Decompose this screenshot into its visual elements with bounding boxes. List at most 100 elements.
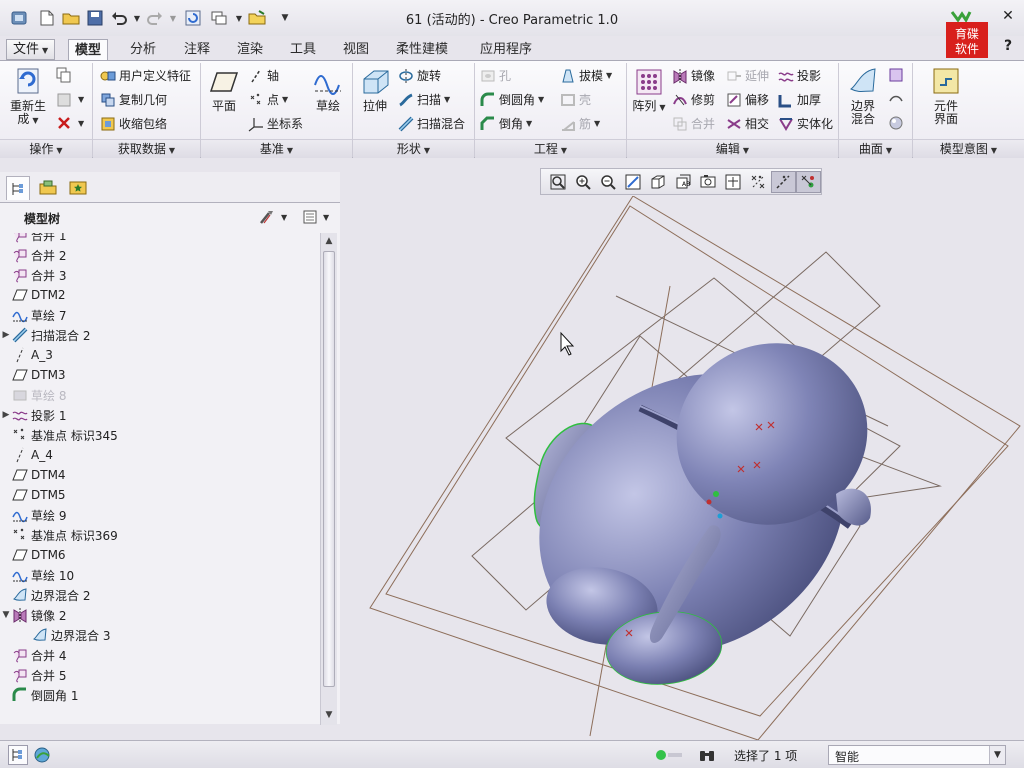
draft-button[interactable]: 拔模 ▼ xyxy=(560,67,612,84)
model-tree-item[interactable]: DTM3 xyxy=(0,365,320,385)
model-tree-item[interactable]: 合并 3 xyxy=(0,265,320,285)
group-shapes[interactable]: 形状 ▼ xyxy=(353,139,474,158)
extend-button[interactable]: 延伸 xyxy=(726,67,769,84)
display-style-button[interactable] xyxy=(645,171,670,193)
delete-button[interactable]: ▼ xyxy=(56,115,84,131)
tab-view[interactable]: 视图 xyxy=(337,39,375,60)
toggle-navigator-button[interactable] xyxy=(8,745,28,765)
fill-button[interactable] xyxy=(888,67,907,83)
revolve-button[interactable]: 旋转 xyxy=(398,67,441,84)
sweep-button[interactable]: 扫描 ▼ xyxy=(398,91,450,108)
chamfer-button[interactable]: 倒角 ▼ xyxy=(480,115,532,132)
tab-render[interactable]: 渲染 xyxy=(231,39,269,60)
datum-display-button[interactable] xyxy=(746,171,771,193)
plane-button[interactable]: 平面 xyxy=(206,67,242,113)
tab-flexible-modeling[interactable]: 柔性建模 xyxy=(390,39,454,60)
coord-sys-button[interactable]: 坐标系 xyxy=(248,115,303,132)
group-model-intent[interactable]: 模型意图 ▼ xyxy=(913,139,1024,158)
expand-toggle-icon[interactable]: ▼ xyxy=(0,610,12,620)
chevron-down-icon[interactable]: ▼ xyxy=(989,746,1005,764)
model-tree-scrollbar[interactable]: ▲ ▼ xyxy=(320,233,337,725)
style-button[interactable] xyxy=(888,91,907,107)
graphics-viewport[interactable] xyxy=(340,195,1024,741)
model-tree-item[interactable]: 基准点 标识345 xyxy=(0,425,320,445)
scroll-down-icon[interactable]: ▼ xyxy=(321,707,337,723)
round-button[interactable]: 倒圆角 ▼ xyxy=(480,91,544,108)
component-interface-button[interactable]: 元件 界面 xyxy=(922,65,970,126)
group-surfaces[interactable]: 曲面 ▼ xyxy=(839,139,912,158)
tree-settings-button[interactable]: ▼ xyxy=(258,209,287,225)
swept-blend-button[interactable]: 扫描混合 xyxy=(398,115,465,132)
close-icon[interactable]: ✕ xyxy=(1000,8,1016,24)
selected-point-blue[interactable] xyxy=(717,513,723,519)
refit-button[interactable] xyxy=(545,171,570,193)
tab-model[interactable]: 模型 xyxy=(68,39,109,60)
trim-button[interactable]: 修剪 xyxy=(672,91,715,108)
user-defined-feature-button[interactable]: 用户定义特征 xyxy=(100,67,191,84)
project-button[interactable]: 投影 xyxy=(778,67,821,84)
browser-button[interactable] xyxy=(32,745,52,765)
group-operations[interactable]: 操作 ▼ xyxy=(0,139,92,158)
expand-toggle-icon[interactable]: ▶ xyxy=(0,330,12,340)
axis-display-button[interactable] xyxy=(770,170,796,193)
merge-button[interactable]: 合并 xyxy=(672,115,715,132)
selection-filter-select[interactable]: 智能 ▼ xyxy=(828,745,1006,765)
repaint-button[interactable] xyxy=(620,171,645,193)
solidify-button[interactable]: 实体化 xyxy=(778,115,833,132)
tab-analysis[interactable]: 分析 xyxy=(124,39,162,60)
thicken-button[interactable]: 加厚 xyxy=(778,91,821,108)
model-tree-item[interactable]: A_3 xyxy=(0,345,320,365)
model-tree-item[interactable]: 合并 2 xyxy=(0,245,320,265)
group-engineering[interactable]: 工程 ▼ xyxy=(475,139,626,158)
scroll-thumb[interactable] xyxy=(323,251,335,687)
boundary-blend-button[interactable]: 边界 混合 xyxy=(842,65,884,126)
model-tree-item[interactable]: ▼ 镜像 2 xyxy=(0,605,320,625)
tab-tools[interactable]: 工具 xyxy=(284,39,322,60)
model-tree-item[interactable]: 草绘 8 xyxy=(0,385,320,405)
intersect-button[interactable]: 相交 xyxy=(726,115,769,132)
group-editing[interactable]: 编辑 ▼ xyxy=(627,139,838,158)
extrude-button[interactable]: 拉伸 xyxy=(356,67,394,113)
scroll-up-icon[interactable]: ▲ xyxy=(321,233,337,249)
tab-annotate[interactable]: 注释 xyxy=(178,39,216,60)
copy-button[interactable] xyxy=(56,67,75,83)
regenerate-button[interactable]: 重新生 成 ▼ xyxy=(6,65,50,127)
model-tree-item[interactable]: DTM5 xyxy=(0,485,320,505)
model-tree-item[interactable]: 倒圆角 1 xyxy=(0,685,320,705)
model-tree-item[interactable]: 合并 4 xyxy=(0,645,320,665)
perspective-button[interactable] xyxy=(721,171,746,193)
zoom-in-button[interactable] xyxy=(570,171,595,193)
zoom-out-button[interactable] xyxy=(595,171,620,193)
pattern-button[interactable]: 阵列 ▼ xyxy=(630,67,668,114)
hole-button[interactable]: 孔 xyxy=(480,67,511,84)
shrinkwrap-button[interactable]: 收缩包络 xyxy=(100,115,167,132)
sketch-button[interactable]: 草绘 xyxy=(310,67,346,113)
selected-point-green[interactable] xyxy=(713,491,719,497)
folder-browser-tab[interactable] xyxy=(36,176,60,200)
favorites-tab[interactable] xyxy=(66,176,90,200)
group-datum[interactable]: 基准 ▼ xyxy=(201,139,352,158)
selected-point-red[interactable] xyxy=(706,499,712,505)
view-manager-button[interactable] xyxy=(695,171,720,193)
point-display-button[interactable] xyxy=(795,170,822,193)
model-tree-item[interactable]: 边界混合 2 xyxy=(0,585,320,605)
copy-geometry-button[interactable]: 复制几何 xyxy=(100,91,167,108)
model-tree-item[interactable]: A_4 xyxy=(0,445,320,465)
model-tree-item[interactable]: ▶ 扫描混合 2 xyxy=(0,325,320,345)
rib-button[interactable]: 筋 ▼ xyxy=(560,115,600,132)
model-tree-tab[interactable] xyxy=(6,176,30,200)
find-button[interactable] xyxy=(696,745,718,765)
mirror-button[interactable]: 镜像 xyxy=(672,67,715,84)
model-tree-item[interactable]: 草绘 10 xyxy=(0,565,320,585)
offset-button[interactable]: 偏移 xyxy=(726,91,769,108)
expand-toggle-icon[interactable]: ▶ xyxy=(0,410,12,420)
model-tree-item[interactable]: 基准点 标识369 xyxy=(0,525,320,545)
saved-orientations-button[interactable]: AB xyxy=(670,171,695,193)
model-tree-item[interactable]: 草绘 9 xyxy=(0,505,320,525)
axis-button[interactable]: 轴 xyxy=(248,67,279,84)
shell-button[interactable]: 壳 xyxy=(560,91,591,108)
paste-button[interactable]: ▼ xyxy=(56,91,84,107)
model-tree-item[interactable]: ▶ 投影 1 xyxy=(0,405,320,425)
tree-columns-button[interactable]: ▼ xyxy=(302,209,329,225)
point-button[interactable]: 点 ▼ xyxy=(248,91,288,108)
